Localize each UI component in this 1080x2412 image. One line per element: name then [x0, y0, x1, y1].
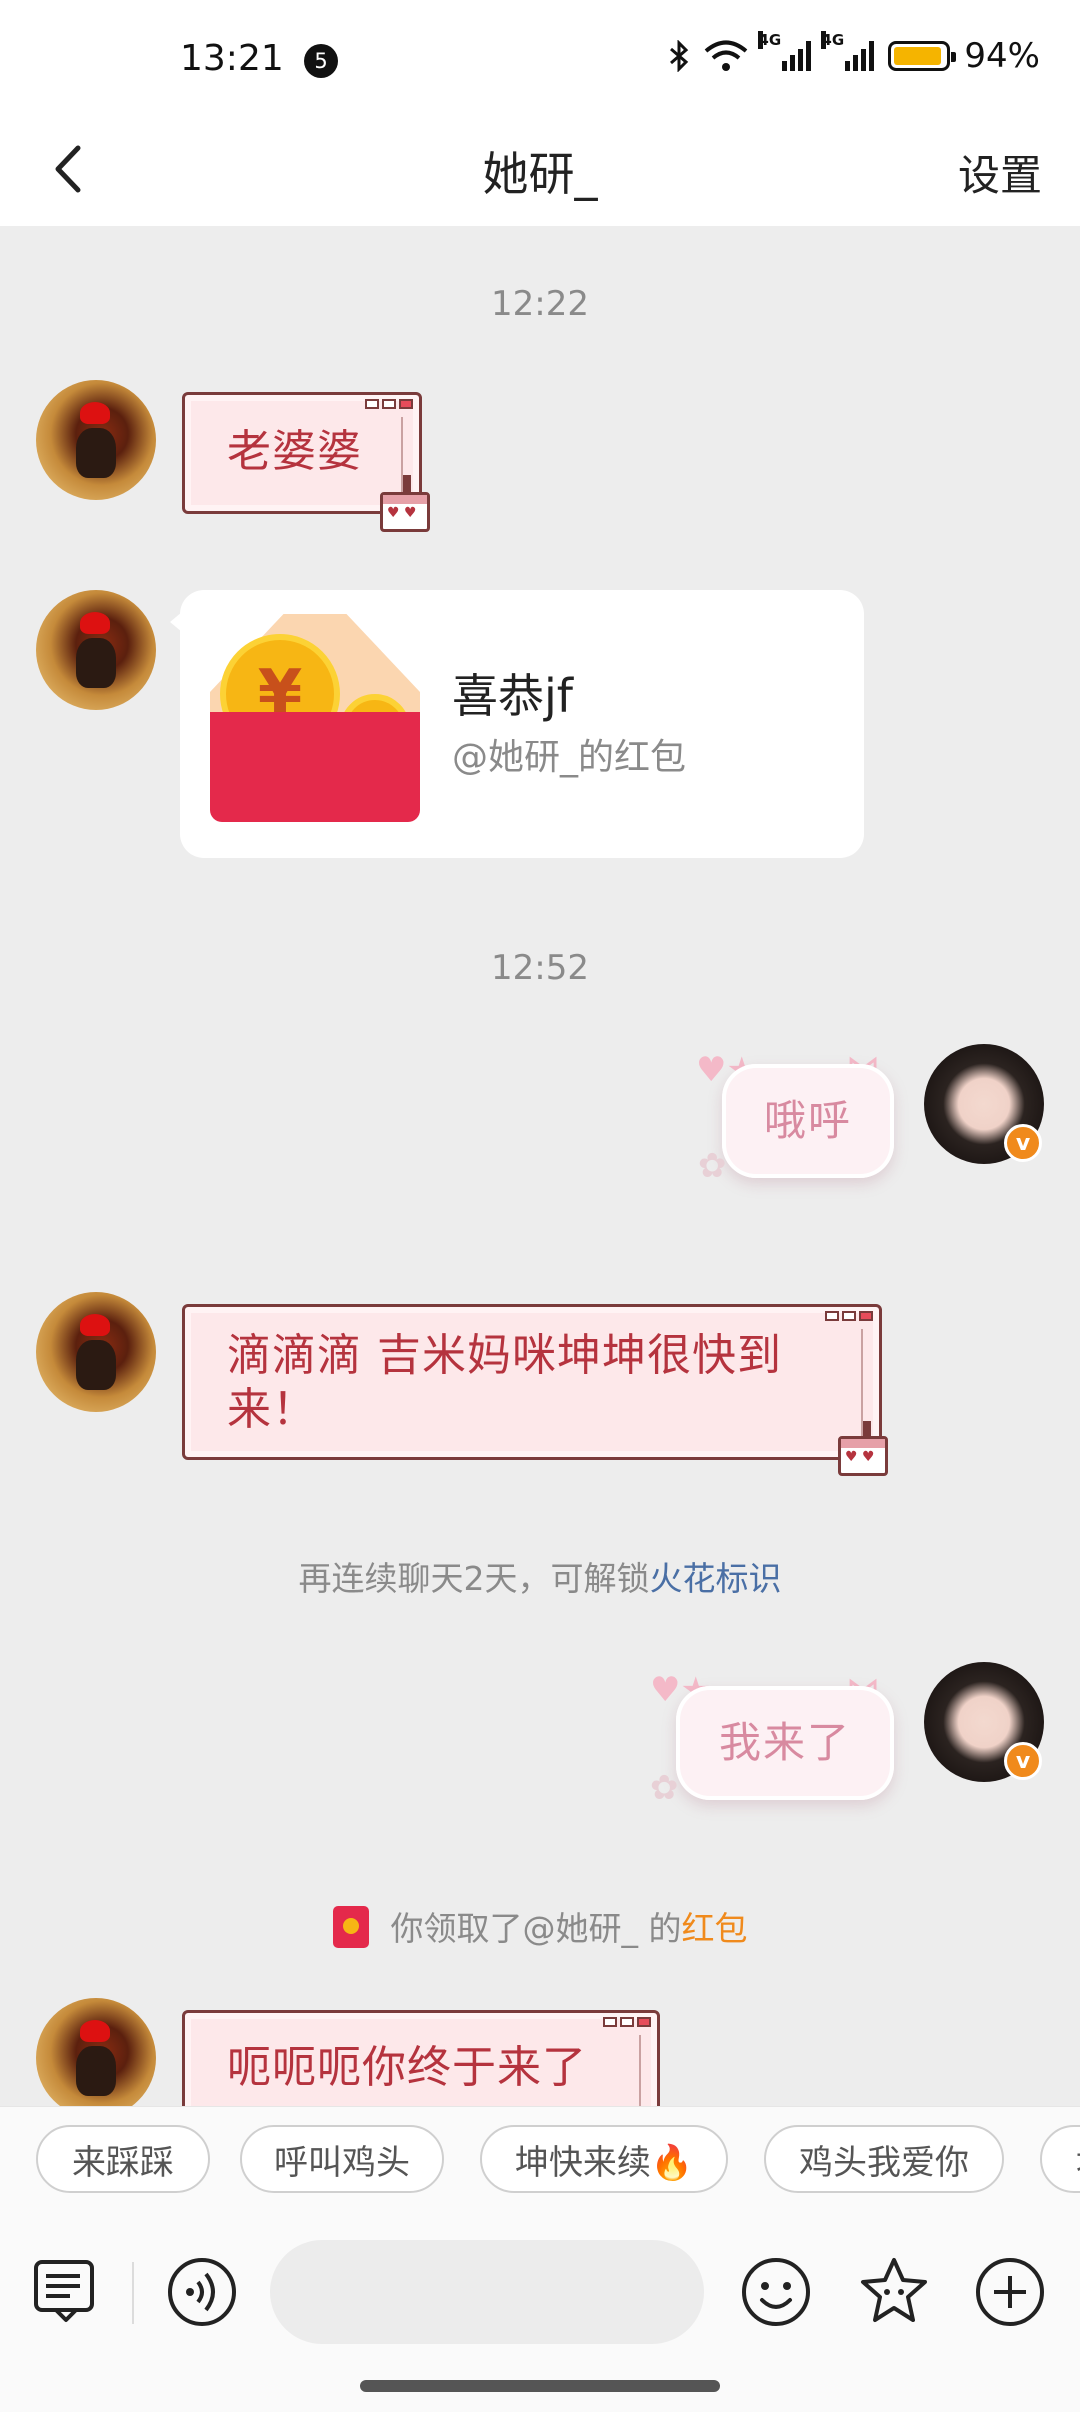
verified-badge-icon: v — [1004, 1124, 1042, 1162]
status-time: 13:21 — [180, 38, 284, 79]
spark-badge-link[interactable]: 火花标识 — [650, 1559, 782, 1598]
red-packet-link[interactable]: 红包 — [682, 1909, 748, 1948]
scrollbar-decoration — [861, 1329, 871, 1447]
chat-list-icon[interactable] — [30, 2256, 102, 2328]
quick-reply-chip[interactable]: 坤快来续🔥 — [480, 2125, 728, 2193]
quick-reply-chip[interactable]: 来踩踩 — [36, 2125, 210, 2193]
stamp-decoration-icon — [838, 1436, 888, 1476]
red-packet-card[interactable]: ¥ 喜恭jf @她研_的红包 — [170, 590, 864, 858]
status-bar: 13:21 5 4G 4G 94% — [0, 0, 1080, 112]
red-packet-received-notice: 你领取了@她研_ 的红包 — [0, 1902, 1080, 1952]
chevron-left-icon[interactable] — [38, 134, 108, 204]
page-title: 她研_ — [482, 147, 598, 201]
message-timestamp: 12:22 — [491, 284, 589, 324]
emoji-icon[interactable] — [740, 2256, 812, 2328]
red-packet-icon: ¥ — [210, 614, 420, 822]
plus-icon[interactable] — [974, 2256, 1046, 2328]
stamp-decoration-icon — [380, 492, 430, 532]
quick-reply-chip[interactable]: 鸡头我爱你 — [764, 2125, 1004, 2193]
window-controls-icon — [825, 1311, 873, 1321]
message-bubble[interactable]: 我来了 — [676, 1686, 894, 1800]
home-indicator[interactable] — [360, 2380, 720, 2392]
streak-notice: 再连续聊天2天，可解锁火花标识 — [298, 1559, 782, 1598]
settings-button[interactable]: 设置 — [958, 142, 1042, 203]
battery-fill — [894, 47, 942, 65]
sticker-icon[interactable] — [858, 2256, 930, 2328]
message-text: 呃呃呃你终于来了 — [227, 2042, 587, 2093]
message-input[interactable] — [270, 2240, 704, 2344]
bluetooth-icon — [670, 40, 689, 72]
notification-count-badge: 5 — [304, 44, 338, 78]
message-timestamp: 12:52 — [491, 948, 589, 988]
quick-reply-chip[interactable]: 坤 — [1040, 2125, 1080, 2193]
quick-reply-bar[interactable]: 来踩踩 呼叫鸡头 坤快来续🔥 鸡头我爱你 坤 — [0, 2106, 1080, 2210]
battery-percent: 94% — [964, 36, 1040, 76]
red-packet-subtitle: @她研_的红包 — [452, 737, 687, 778]
message-bubble[interactable]: 滴滴滴 吉米妈咪坤坤很快到来！ — [182, 1304, 882, 1460]
status-icons: 4G 4G 94% — [668, 31, 1040, 76]
red-packet-title: 喜恭jf — [452, 669, 573, 723]
scrollbar-decoration — [639, 2035, 649, 2106]
wifi-icon — [705, 40, 748, 71]
battery-icon — [888, 41, 957, 71]
quick-reply-chip[interactable]: 呼叫鸡头 — [240, 2125, 444, 2193]
red-packet-icon — [332, 1905, 369, 1948]
avatar-rooster[interactable] — [36, 1292, 156, 1412]
message-bubble[interactable]: 呃呃呃你终于来了 — [182, 2010, 660, 2106]
avatar-rooster[interactable] — [36, 590, 156, 710]
message-text: 哦呼 — [763, 1096, 852, 1145]
signal-strength-icon: 4G — [758, 31, 812, 71]
divider — [132, 2262, 134, 2324]
scrollbar-decoration — [401, 417, 411, 501]
message-text: 我来了 — [718, 1718, 851, 1767]
paw-icon: ✿ — [650, 1768, 679, 1808]
window-controls-icon — [365, 399, 413, 409]
message-bubble[interactable]: 哦呼 — [722, 1064, 894, 1178]
avatar-rooster[interactable] — [36, 380, 156, 500]
message-text: 老婆婆 — [227, 426, 362, 477]
window-controls-icon — [603, 2017, 651, 2027]
nav-bar: 她研_ 设置 — [0, 112, 1080, 226]
voice-icon[interactable] — [166, 2256, 238, 2328]
paw-icon: ✿ — [698, 1146, 727, 1186]
chat-message-list[interactable]: 12:22 老婆婆 ¥ 喜恭jf @她研_的红包 12:52 ♥★ ⋈ 哦呼 ✿… — [0, 226, 1080, 2106]
signal-strength-icon-2: 4G — [821, 31, 875, 71]
message-input-bar — [0, 2210, 1080, 2412]
verified-badge-icon: v — [1004, 1742, 1042, 1780]
message-text: 滴滴滴 吉米妈咪坤坤很快到来！ — [227, 1330, 782, 1435]
avatar-rooster[interactable] — [36, 1998, 156, 2106]
